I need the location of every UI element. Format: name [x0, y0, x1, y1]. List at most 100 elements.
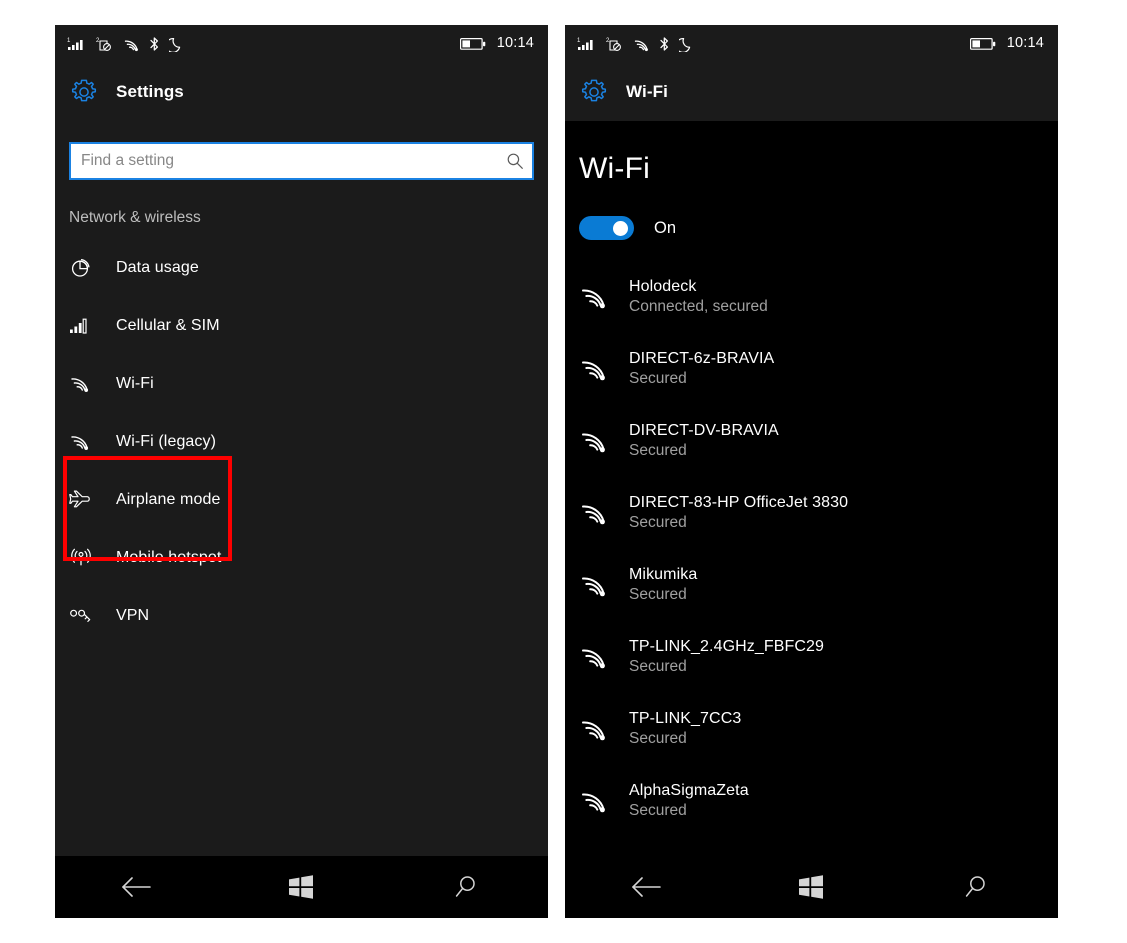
- start-button[interactable]: [771, 856, 851, 918]
- settings-body: Network & wireless Data usage: [55, 121, 548, 856]
- sidebar-item-wifi[interactable]: Wi-Fi: [55, 355, 548, 413]
- status-time: 10:14: [1007, 36, 1044, 51]
- status-time: 10:14: [497, 36, 534, 51]
- network-status: Secured: [629, 513, 848, 534]
- sidebar-item-label: Airplane mode: [116, 491, 220, 509]
- system-nav-bar-left: [55, 856, 548, 918]
- search-button[interactable]: [426, 856, 506, 918]
- page-title: Settings: [116, 82, 184, 102]
- back-arrow-icon: [630, 874, 664, 900]
- sim-2-disabled-icon: 2: [606, 36, 624, 52]
- list-item[interactable]: AlphaSigmaZeta Secured: [579, 765, 1058, 837]
- wifi-toggle-row[interactable]: On: [579, 216, 1058, 240]
- status-bar-icons: 1 2: [577, 36, 693, 52]
- airplane-icon: [69, 489, 99, 511]
- search-input[interactable]: [71, 144, 498, 178]
- settings-phone-screen: 1 2: [55, 25, 548, 918]
- network-status: Secured: [629, 585, 697, 606]
- list-item[interactable]: TP-LINK_7CC3 Secured: [579, 693, 1058, 765]
- wifi-icon: [579, 644, 619, 671]
- start-button[interactable]: [261, 856, 341, 918]
- network-status: Secured: [629, 801, 749, 822]
- svg-text:2: 2: [96, 38, 100, 44]
- wifi-app-header: Wi-Fi: [565, 62, 1058, 121]
- wifi-icon: [579, 500, 619, 527]
- network-info: Holodeck Connected, secured: [629, 276, 768, 319]
- wifi-icon: [579, 428, 619, 455]
- list-item[interactable]: DIRECT-DV-BRAVIA Secured: [579, 405, 1058, 477]
- network-info: AlphaSigmaZeta Secured: [629, 780, 749, 823]
- section-label-network-wireless: Network & wireless: [69, 209, 548, 227]
- network-info: Mikumika Secured: [629, 564, 697, 607]
- list-item[interactable]: DIRECT-83-HP OfficeJet 3830 Secured: [579, 477, 1058, 549]
- windows-logo-icon: [287, 874, 315, 900]
- network-name: DIRECT-83-HP OfficeJet 3830: [629, 492, 848, 514]
- status-bar-left: 1 2: [55, 25, 548, 62]
- wifi-icon: [633, 37, 650, 52]
- battery-icon: [970, 37, 996, 51]
- list-item[interactable]: Holodeck Connected, secured: [579, 261, 1058, 333]
- wifi-icon: [69, 432, 99, 452]
- sidebar-item-label: Wi-Fi: [116, 375, 154, 393]
- windows-logo-icon: [797, 874, 825, 900]
- signal-bars-icon: 1: [67, 36, 87, 52]
- wifi-icon: [123, 37, 140, 52]
- vpn-key-icon: [69, 606, 99, 626]
- wifi-heading: Wi-Fi: [579, 152, 1058, 186]
- back-button[interactable]: [607, 856, 687, 918]
- back-button[interactable]: [97, 856, 177, 918]
- sidebar-item-wifi-legacy[interactable]: Wi-Fi (legacy): [55, 413, 548, 471]
- search-icon: [452, 873, 480, 901]
- sidebar-item-vpn[interactable]: VPN: [55, 587, 548, 645]
- network-status: Secured: [629, 729, 741, 750]
- status-bar-right: 1 2: [565, 25, 1058, 62]
- gear-icon: [69, 77, 99, 107]
- network-name: DIRECT-DV-BRAVIA: [629, 420, 779, 442]
- search-icon: [506, 152, 524, 170]
- quiet-hours-moon-icon: [679, 36, 693, 52]
- network-name: Holodeck: [629, 276, 768, 298]
- search-icon: [962, 873, 990, 901]
- sidebar-item-airplane-mode[interactable]: Airplane mode: [55, 471, 548, 529]
- wifi-icon: [579, 788, 619, 815]
- wifi-icon: [579, 284, 619, 311]
- wifi-toggle-switch[interactable]: [579, 216, 634, 240]
- wifi-icon: [69, 374, 99, 394]
- wifi-icon: [579, 356, 619, 383]
- wifi-toggle-label: On: [654, 219, 676, 238]
- network-name: DIRECT-6z-BRAVIA: [629, 348, 774, 370]
- wifi-icon: [579, 716, 619, 743]
- sidebar-item-label: VPN: [116, 607, 149, 625]
- wifi-icon: [579, 572, 619, 599]
- sidebar-item-label: Wi-Fi (legacy): [116, 433, 216, 451]
- sidebar-item-label: Data usage: [116, 259, 199, 277]
- battery-icon: [460, 37, 486, 51]
- bluetooth-icon: [149, 36, 160, 52]
- cellular-bars-icon: [69, 315, 99, 337]
- pie-chart-icon: [69, 257, 99, 279]
- search-submit-button[interactable]: [498, 144, 532, 178]
- search-button[interactable]: [936, 856, 1016, 918]
- status-bar-right: 10:14: [460, 36, 534, 51]
- network-name: Mikumika: [629, 564, 697, 586]
- back-arrow-icon: [120, 874, 154, 900]
- network-status: Secured: [629, 657, 824, 678]
- list-item[interactable]: Mikumika Secured: [579, 549, 1058, 621]
- sidebar-item-mobile-hotspot[interactable]: Mobile hotspot: [55, 529, 548, 587]
- search-box[interactable]: [69, 142, 534, 180]
- sidebar-item-cellular-sim[interactable]: Cellular & SIM: [55, 297, 548, 355]
- wifi-phone-screen: 1 2: [565, 25, 1058, 918]
- list-item[interactable]: TP-LINK_2.4GHz_FBFC29 Secured: [579, 621, 1058, 693]
- list-item[interactable]: DIRECT-6z-BRAVIA Secured: [579, 333, 1058, 405]
- network-name: TP-LINK_2.4GHz_FBFC29: [629, 636, 824, 658]
- bluetooth-icon: [659, 36, 670, 52]
- status-bar-right-group: 10:14: [970, 36, 1044, 51]
- network-info: TP-LINK_7CC3 Secured: [629, 708, 741, 751]
- network-name: TP-LINK_7CC3: [629, 708, 741, 730]
- sidebar-item-data-usage[interactable]: Data usage: [55, 239, 548, 297]
- network-info: DIRECT-6z-BRAVIA Secured: [629, 348, 774, 391]
- network-name: AlphaSigmaZeta: [629, 780, 749, 802]
- sidebar-item-label: Mobile hotspot: [116, 549, 221, 567]
- wifi-network-list: Holodeck Connected, secured: [579, 261, 1058, 837]
- quiet-hours-moon-icon: [169, 36, 183, 52]
